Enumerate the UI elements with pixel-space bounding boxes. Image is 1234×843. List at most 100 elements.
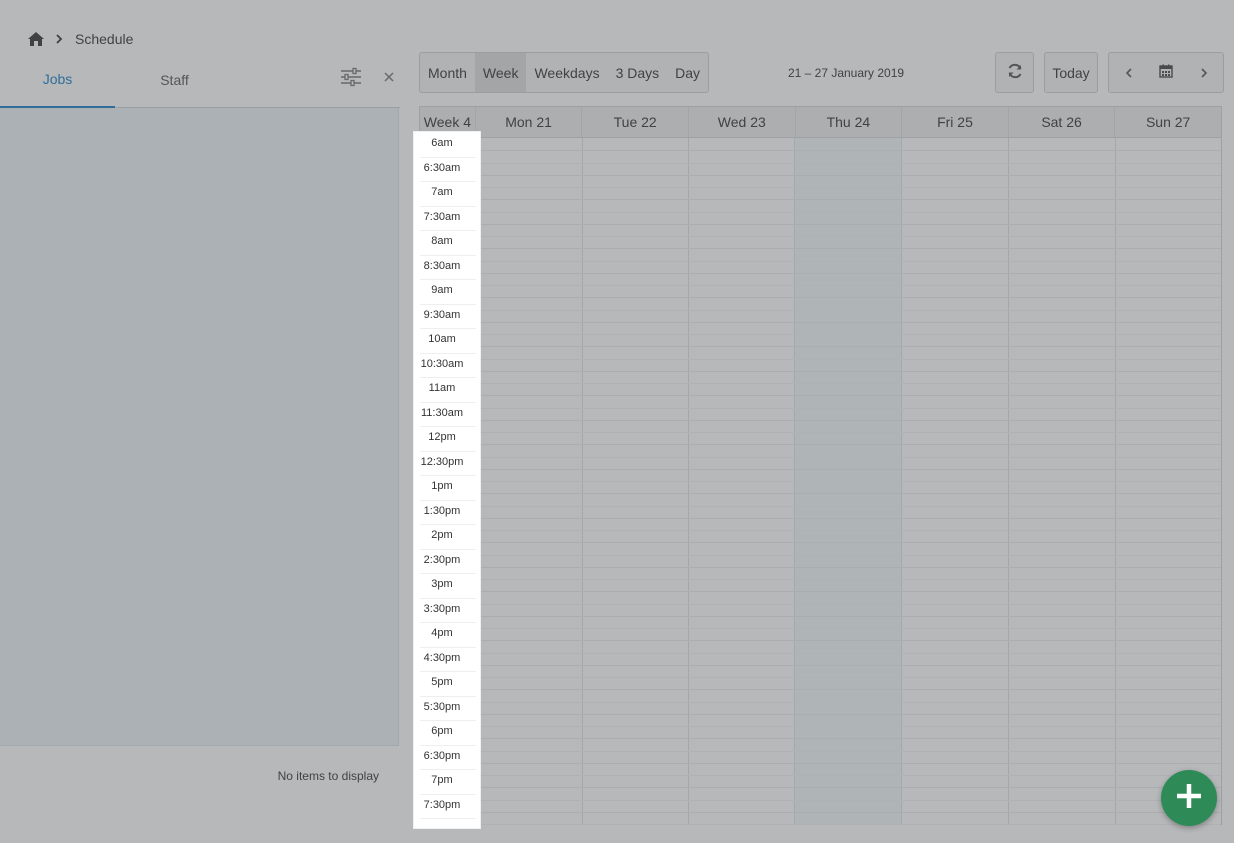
time-slot-label: 10am [428, 333, 456, 345]
time-slot-divider [420, 181, 476, 182]
time-slot-divider [420, 549, 476, 550]
breadcrumb: Schedule [28, 29, 133, 49]
plus-icon [1173, 780, 1205, 817]
time-slot-divider [420, 573, 476, 574]
time-slot-divider [420, 157, 476, 158]
grid-row-line [476, 383, 1221, 384]
day-header-tue[interactable]: Tue 22 [582, 107, 689, 137]
time-slot-divider [420, 745, 476, 746]
filter-sliders-icon[interactable] [340, 67, 362, 87]
grid-row-line [476, 579, 1221, 580]
add-button[interactable] [1161, 770, 1217, 826]
grid-row-line [476, 150, 1221, 151]
day-header-fri[interactable]: Fri 25 [902, 107, 1009, 137]
time-slot-divider [420, 598, 476, 599]
date-navigation [1108, 52, 1224, 93]
view-day-button[interactable]: Day [667, 53, 708, 92]
grid-row-line [476, 738, 1221, 739]
grid-row-line [476, 261, 1221, 262]
grid-row-line [476, 751, 1221, 752]
date-picker-button[interactable] [1147, 53, 1185, 92]
grid-row-line [476, 273, 1221, 274]
view-3days-button[interactable]: 3 Days [608, 53, 668, 92]
home-icon[interactable] [28, 32, 44, 46]
view-month-button[interactable]: Month [420, 53, 475, 92]
grid-row-line [476, 212, 1221, 213]
time-slot-label: 1pm [431, 480, 453, 492]
time-slot-label: 8am [431, 235, 453, 247]
time-slot-divider [420, 377, 476, 378]
time-slot-label: 12:30pm [420, 456, 464, 468]
grid-row-line [476, 506, 1221, 507]
grid-row-line [476, 175, 1221, 176]
grid-row-line [476, 310, 1221, 311]
time-slot-label: 6:30am [423, 162, 461, 174]
breadcrumb-current: Schedule [75, 31, 134, 47]
chevron-left-icon [1125, 65, 1132, 81]
grid-row-line [476, 653, 1221, 654]
calendar-header: Week 4 Mon 21 Tue 22 Wed 23 Thu 24 Fri 2… [420, 107, 1221, 138]
tab-jobs[interactable]: Jobs [0, 52, 115, 108]
time-slot-divider [420, 475, 476, 476]
jobs-list [0, 108, 399, 746]
time-slot-label: 1:30pm [423, 505, 461, 517]
date-range-label: 21 – 27 January 2019 [787, 66, 905, 80]
grid-row-line [476, 775, 1221, 776]
time-slot-label: 5:30pm [423, 701, 461, 713]
calendar-grid[interactable] [420, 138, 1221, 825]
tab-staff[interactable]: Staff [117, 52, 232, 108]
time-slot-label: 3:30pm [423, 603, 461, 615]
grid-row-line [476, 334, 1221, 335]
time-slot-divider [420, 622, 476, 623]
time-slot-divider [420, 794, 476, 795]
grid-row-line [476, 359, 1221, 360]
today-button[interactable]: Today [1044, 52, 1098, 93]
time-slot-label: 6pm [431, 725, 453, 737]
time-slot-divider [420, 524, 476, 525]
close-icon[interactable] [382, 70, 396, 84]
calendar-icon [1159, 64, 1173, 81]
grid-row-line [476, 800, 1221, 801]
time-slot-label: 7:30am [423, 211, 461, 223]
grid-row-line [476, 236, 1221, 237]
grid-row-line [476, 457, 1221, 458]
grid-row-line [476, 493, 1221, 494]
view-switcher: Month Week Weekdays 3 Days Day [419, 52, 710, 93]
day-header-thu[interactable]: Thu 24 [796, 107, 903, 137]
chevron-right-icon [1200, 65, 1208, 81]
empty-list-message: No items to display [277, 769, 379, 783]
grid-row-line [476, 518, 1221, 519]
grid-row-line [476, 444, 1221, 445]
grid-row-line [476, 702, 1221, 703]
time-slot-label: 4:30pm [423, 652, 461, 664]
next-button[interactable] [1185, 53, 1223, 92]
time-slot-divider [420, 647, 476, 648]
time-slot-divider [420, 500, 476, 501]
time-slot-label: 7pm [431, 774, 453, 786]
time-slot-divider [420, 255, 476, 256]
time-slot-label: 11am [428, 382, 456, 394]
day-header-sat[interactable]: Sat 26 [1009, 107, 1116, 137]
time-slot-label: 6:30pm [423, 750, 461, 762]
time-slot-label: 7:30pm [423, 799, 461, 811]
grid-row-line [476, 285, 1221, 286]
grid-row-line [476, 163, 1221, 164]
grid-row-line [476, 555, 1221, 556]
time-slot-divider [420, 696, 476, 697]
refresh-button[interactable] [995, 52, 1034, 93]
day-header-mon[interactable]: Mon 21 [476, 107, 583, 137]
time-slot-label: 12pm [428, 431, 456, 443]
grid-row-line [476, 395, 1221, 396]
grid-row-line [476, 567, 1221, 568]
grid-row-line [476, 346, 1221, 347]
prev-button[interactable] [1109, 53, 1147, 92]
time-slot-divider [420, 230, 476, 231]
grid-row-line [476, 199, 1221, 200]
view-week-button[interactable]: Week [474, 53, 527, 92]
time-slot-divider [420, 671, 476, 672]
grid-row-line [476, 481, 1221, 482]
day-header-wed[interactable]: Wed 23 [689, 107, 796, 137]
view-weekdays-button[interactable]: Weekdays [526, 53, 607, 92]
grid-row-line [476, 714, 1221, 715]
day-header-sun[interactable]: Sun 27 [1115, 107, 1221, 137]
